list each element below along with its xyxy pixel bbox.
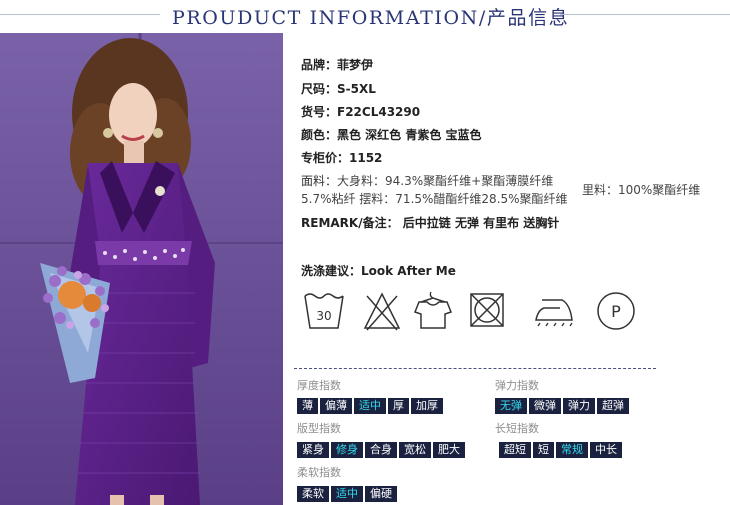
softness-title: 柔软指数 xyxy=(297,466,341,479)
length-option-selected: 常规 xyxy=(556,442,588,458)
remark-line: REMARK/备注： 后中拉链 无弹 有里布 送胸针 xyxy=(301,216,560,230)
care-title: 洗涤建议：Look After Me xyxy=(301,264,456,278)
elasticity-option-selected: 无弹 xyxy=(495,398,527,414)
thickness-option: 薄 xyxy=(297,398,318,414)
fabric-label: 面料： xyxy=(301,174,338,188)
length-chips: 超短 短 常规 中长 xyxy=(499,442,622,458)
no-bleach-icon xyxy=(362,290,402,332)
header-rule-right xyxy=(560,14,730,15)
page-title: PROUDUCT INFORMATION/产品信息 xyxy=(172,7,570,29)
elasticity-chips: 无弹 微弹 弹力 超弹 xyxy=(495,398,629,414)
sku-line: 货号：F22CL43290 xyxy=(301,105,421,119)
size-line: 尺码：S-5XL xyxy=(301,82,376,96)
thickness-option: 偏薄 xyxy=(320,398,352,414)
product-photo xyxy=(0,33,283,505)
fit-option: 肥大 xyxy=(433,442,465,458)
hang-dry-icon xyxy=(413,290,453,332)
dryclean-letter: P xyxy=(611,302,621,321)
thickness-option: 厚 xyxy=(388,398,409,414)
dry-clean-p-icon: P xyxy=(595,290,637,332)
section-divider xyxy=(294,368,656,369)
elasticity-option: 微弹 xyxy=(529,398,561,414)
thickness-option-selected: 适中 xyxy=(354,398,386,414)
fabric-block: 面料：大身料：94.3%聚酯纤维+聚酯薄膜纤维 xyxy=(301,172,553,189)
length-option: 超短 xyxy=(499,442,531,458)
length-option: 短 xyxy=(533,442,554,458)
fit-option: 紧身 xyxy=(297,442,329,458)
fabric-sub: 5.7%粘纤 摆料：71.5%醋酯纤维28.5%聚酯纤维 xyxy=(301,192,568,206)
price-line: 专柜价：1152 xyxy=(301,151,383,165)
thickness-option: 加厚 xyxy=(411,398,443,414)
fit-option: 合身 xyxy=(365,442,397,458)
softness-option: 柔软 xyxy=(297,486,329,502)
brand-line: 品牌：菲梦伊 xyxy=(301,58,374,72)
elasticity-option: 弹力 xyxy=(563,398,595,414)
no-tumble-dry-icon xyxy=(467,290,507,332)
fit-option-selected: 修身 xyxy=(331,442,363,458)
wash-30-icon: 30 xyxy=(302,290,346,332)
header-rule-left xyxy=(0,14,160,15)
lining-line: 里料：100%聚酯纤维 xyxy=(582,183,701,197)
thickness-title: 厚度指数 xyxy=(297,379,341,392)
wash-temp: 30 xyxy=(316,309,331,323)
softness-option: 偏硬 xyxy=(365,486,397,502)
fit-chips: 紧身 修身 合身 宽松 肥大 xyxy=(297,442,465,458)
length-title: 长短指数 xyxy=(495,422,539,435)
length-option: 中长 xyxy=(590,442,622,458)
fit-title: 版型指数 xyxy=(297,422,341,435)
thickness-chips: 薄 偏薄 适中 厚 加厚 xyxy=(297,398,443,414)
softness-chips: 柔软 适中 偏硬 xyxy=(297,486,397,502)
iron-icon xyxy=(532,290,576,332)
elasticity-title: 弹力指数 xyxy=(495,379,539,392)
fabric-main: 大身料：94.3%聚酯纤维+聚酯薄膜纤维 xyxy=(337,174,554,188)
fit-option: 宽松 xyxy=(399,442,431,458)
elasticity-option: 超弹 xyxy=(597,398,629,414)
softness-option-selected: 适中 xyxy=(331,486,363,502)
color-line: 颜色：黑色 深红色 青紫色 宝蓝色 xyxy=(301,128,482,142)
